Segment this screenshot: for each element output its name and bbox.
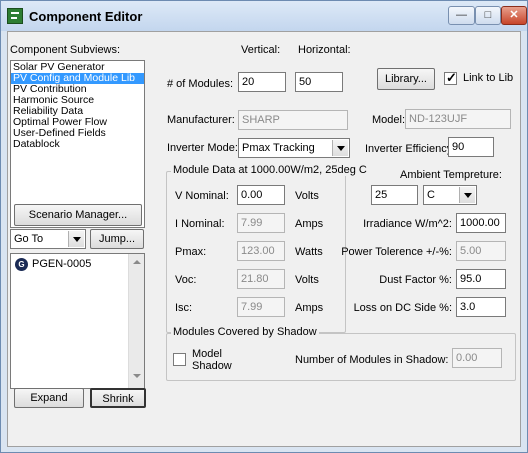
minimize-icon: — [456,9,467,21]
v-nominal-input[interactable]: 0.00 [237,185,285,205]
inverter-efficiency-label: Inverter Efficiency [365,143,453,155]
model-shadow-checkbox[interactable] [173,353,186,366]
library-button[interactable]: Library... [377,68,435,90]
jump-button[interactable]: Jump... [90,229,144,249]
irradiance-input[interactable]: 1000.00 [456,213,506,233]
subviews-list[interactable]: Solar PV Generator PV Config and Module L… [10,60,145,228]
inverter-mode-value: Pmax Tracking [242,142,315,154]
subview-item[interactable]: Datablock [11,139,144,150]
tree-item-pgen[interactable]: PGEN-0005 [32,258,91,270]
voc-label: Voc: [175,274,197,286]
temperature-unit-value: C [427,189,435,201]
power-tolerance-field[interactable]: 5.00 [456,241,506,261]
dc-loss-label: Loss on DC Side %: [353,302,452,314]
isc-unit: Amps [295,302,324,314]
dust-factor-label: Dust Factor %: [379,274,452,286]
app-icon [7,8,23,24]
inverter-efficiency-input[interactable]: 90 [448,137,494,157]
scroll-down-icon[interactable] [133,374,141,378]
vertical-modules-input[interactable]: 20 [238,72,286,92]
editor-client-area: Component Subviews: Solar PV Generator PV… [7,31,521,447]
model-label: Model: [372,114,406,126]
window-title: Component Editor [29,9,143,24]
close-button[interactable]: ✕ [501,6,527,25]
shrink-button[interactable]: Shrink [90,388,146,408]
horizontal-label: Horizontal: [298,44,351,56]
title-bar[interactable]: Component Editor — □ ✕ [1,1,527,31]
vertical-label: Vertical: [241,44,281,56]
model-shadow-label-line2: Shadow [192,360,232,372]
component-tree[interactable]: G PGEN-0005 [10,253,145,389]
model-shadow-label-line1: Model [192,348,222,360]
ambient-label: Ambient Tempreture: [400,169,502,181]
horizontal-modules-input[interactable]: 50 [295,72,343,92]
pmax-label: Pmax: [175,246,207,258]
inverter-mode-select[interactable]: Pmax Tracking [238,138,350,158]
voc-unit: Volts [295,274,319,286]
minimize-button[interactable]: — [448,6,475,25]
manufacturer-label: Manufacturer: [167,114,235,126]
v-nominal-label: V Nominal: [175,190,229,202]
maximize-icon: □ [484,9,492,21]
close-icon: ✕ [509,9,519,21]
chevron-down-icon[interactable] [459,187,475,203]
i-nominal-label: I Nominal: [175,218,225,230]
shadow-count-field[interactable]: 0.00 [452,348,502,368]
pmax-field[interactable]: 123.00 [237,241,285,261]
checkmark-icon: ✓ [446,70,457,85]
goto-select[interactable]: Go To [10,229,86,249]
pmax-unit: Watts [295,246,323,258]
i-nominal-unit: Amps [295,218,324,230]
link-to-lib-checkbox[interactable]: ✓ [444,70,457,85]
isc-label: Isc: [175,302,193,314]
dust-factor-input[interactable]: 95.0 [456,269,506,289]
power-tolerance-label: Power Tolerence +/-%: [341,246,452,258]
voc-field[interactable]: 21.80 [237,269,285,289]
shadow-group-title: Modules Covered by Shadow [171,326,319,338]
irradiance-label: Irradiance W/m^2: [363,218,452,230]
v-nominal-unit: Volts [295,190,319,202]
tree-scrollbar[interactable] [128,254,144,388]
generator-icon: G [15,258,28,271]
model-field[interactable]: ND-123UJF [405,109,511,129]
link-to-lib-label: Link to Lib [463,72,514,84]
expand-button[interactable]: Expand [14,388,84,408]
shadow-count-label: Number of Modules in Shadow: [295,354,449,366]
ambient-input[interactable]: 25 [371,185,418,205]
inverter-mode-label: Inverter Mode: [167,142,238,154]
module-data-title: Module Data at 1000.00W/m2, 25deg C [171,164,369,176]
modules-label: # of Modules: [167,78,234,90]
temperature-unit-select[interactable]: C [423,185,477,205]
component-editor-window: Component Editor — □ ✕ Component Subview… [0,0,528,453]
manufacturer-field[interactable]: SHARP [238,110,348,130]
chevron-down-icon[interactable] [332,140,348,156]
model-shadow-label: Model Shadow [192,348,232,372]
isc-field[interactable]: 7.99 [237,297,285,317]
chevron-down-icon[interactable] [68,231,84,247]
scenario-manager-button[interactable]: Scenario Manager... [14,204,142,226]
maximize-button[interactable]: □ [475,6,501,25]
scroll-up-icon[interactable] [133,260,141,264]
goto-value: Go To [14,233,44,245]
dc-loss-input[interactable]: 3.0 [456,297,506,317]
subviews-label: Component Subviews: [10,44,121,56]
i-nominal-field[interactable]: 7.99 [237,213,285,233]
